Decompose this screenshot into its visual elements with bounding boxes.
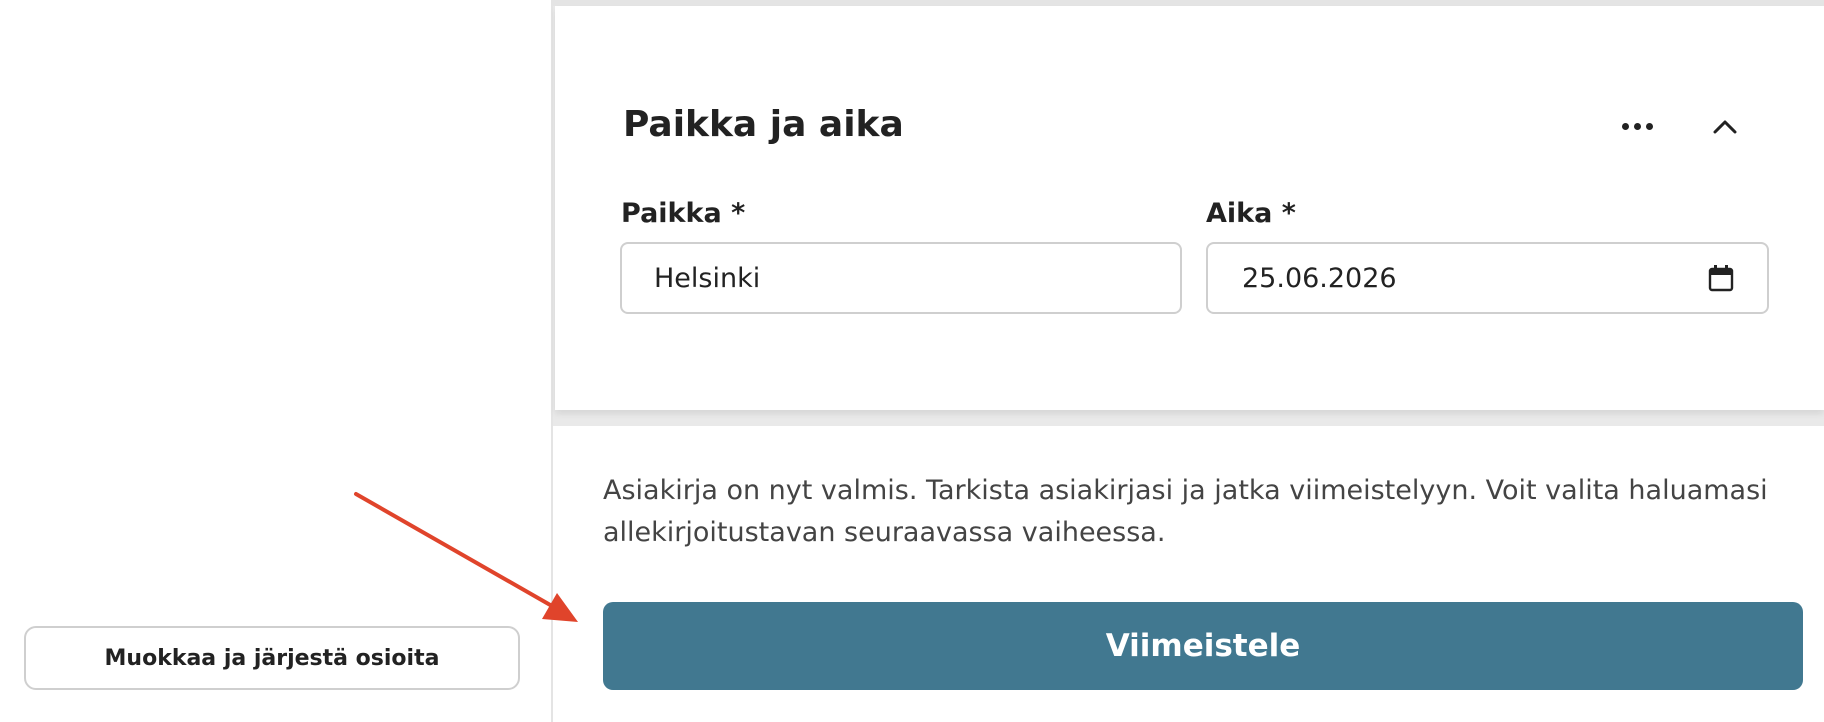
section-card: Paikka ja aika Paikka * Aika * 25.06.202… [555,6,1824,410]
sidebar: Muokkaa ja järjestä osioita [0,0,553,722]
main-content: Paikka ja aika Paikka * Aika * 25.06.202… [553,0,1824,722]
place-input[interactable] [620,242,1182,314]
date-value: 25.06.2026 [1242,263,1397,294]
more-horizontal-icon [1621,122,1629,130]
document-ready-text: Asiakirja on nyt valmis. Tarkista asiaki… [603,475,1768,548]
chevron-up-icon [1713,120,1737,134]
collapse-section-button[interactable] [1703,106,1747,150]
finalize-section: Asiakirja on nyt valmis. Tarkista asiaki… [553,426,1824,722]
date-input[interactable]: 25.06.2026 [1206,242,1769,314]
section-title: Paikka ja aika [623,104,904,145]
edit-sections-button[interactable]: Muokkaa ja järjestä osioita [24,626,520,690]
calendar-icon[interactable] [1708,264,1734,292]
place-label: Paikka * [621,198,746,229]
time-label: Aika * [1206,198,1296,229]
more-options-button[interactable] [1613,106,1661,146]
finalize-button[interactable]: Viimeistele [603,602,1803,690]
